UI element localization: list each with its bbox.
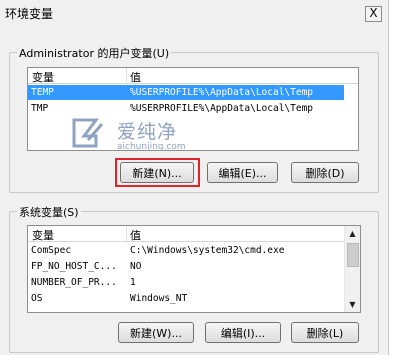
watermark-logo-icon — [72, 118, 104, 148]
column-header-variable[interactable]: 变量 — [32, 227, 54, 243]
watermark-url: aichunjing.com — [117, 142, 186, 152]
delete-user-variable-button[interactable]: 删除(D) — [291, 162, 359, 183]
system-variables-label: 系统变量(S) — [17, 204, 81, 220]
variable-name: ComSpec — [31, 245, 72, 256]
variable-value: %USERPROFILE%\AppData\Local\Temp — [130, 103, 314, 114]
column-header-value[interactable]: 值 — [130, 227, 141, 243]
title-bar: 环境变量 X — [0, 0, 388, 26]
variable-name: NUMBER_OF_PR... — [31, 277, 117, 288]
variable-value: Windows_NT — [130, 293, 188, 304]
list-header: 变量 值 — [28, 226, 345, 242]
edit-system-variable-button[interactable]: 编辑(I)... — [205, 322, 281, 343]
variable-name: OS — [31, 293, 43, 304]
variable-value: %USERPROFILE%\AppData\Local\Temp — [130, 87, 314, 98]
scrollbar-thumb[interactable] — [347, 243, 359, 267]
column-divider[interactable] — [126, 68, 127, 83]
new-system-variable-button[interactable]: 新建(W)... — [118, 322, 194, 343]
down-arrow-icon[interactable]: ▼ — [345, 297, 360, 312]
up-arrow-icon[interactable]: ▲ — [345, 226, 360, 241]
variable-value: NO — [130, 261, 142, 272]
new-button-highlight — [115, 158, 200, 187]
variable-name: TEMP — [31, 87, 54, 98]
list-header: 变量 值 — [28, 68, 358, 84]
system-variables-list[interactable]: 变量 值 ComSpec C:\Windows\system32\cmd.exe… — [27, 225, 361, 313]
user-variables-label: Administrator 的用户变量(U) — [17, 45, 172, 61]
table-row[interactable]: OS Windows_NT — [28, 291, 344, 306]
column-header-variable[interactable]: 变量 — [32, 69, 54, 85]
table-row[interactable]: FP_NO_HOST_C... NO — [28, 259, 344, 274]
column-header-value[interactable]: 值 — [130, 69, 141, 85]
edit-user-variable-button[interactable]: 编辑(E)... — [207, 162, 278, 183]
vertical-scrollbar[interactable]: ▲ ▼ — [344, 226, 360, 312]
table-row[interactable]: NUMBER_OF_PR... 1 — [28, 275, 344, 290]
watermark-text: 爱纯净 — [117, 121, 178, 143]
variable-name: FP_NO_HOST_C... — [31, 261, 117, 272]
window-title: 环境变量 — [5, 7, 54, 21]
variable-value: 1 — [130, 277, 136, 288]
delete-system-variable-button[interactable]: 删除(L) — [291, 322, 359, 343]
variable-value: C:\Windows\system32\cmd.exe — [130, 245, 285, 256]
variable-name: TMP — [31, 103, 49, 114]
table-row[interactable]: ComSpec C:\Windows\system32\cmd.exe — [28, 243, 344, 258]
close-icon[interactable]: X — [365, 6, 382, 22]
environment-variables-dialog: 环境变量 X Administrator 的用户变量(U) 变量 值 TEMP … — [0, 0, 389, 355]
column-divider[interactable] — [126, 226, 127, 241]
table-row[interactable]: TMP %USERPROFILE%\AppData\Local\Temp — [28, 101, 344, 116]
table-row[interactable]: TEMP %USERPROFILE%\AppData\Local\Temp — [28, 85, 344, 100]
